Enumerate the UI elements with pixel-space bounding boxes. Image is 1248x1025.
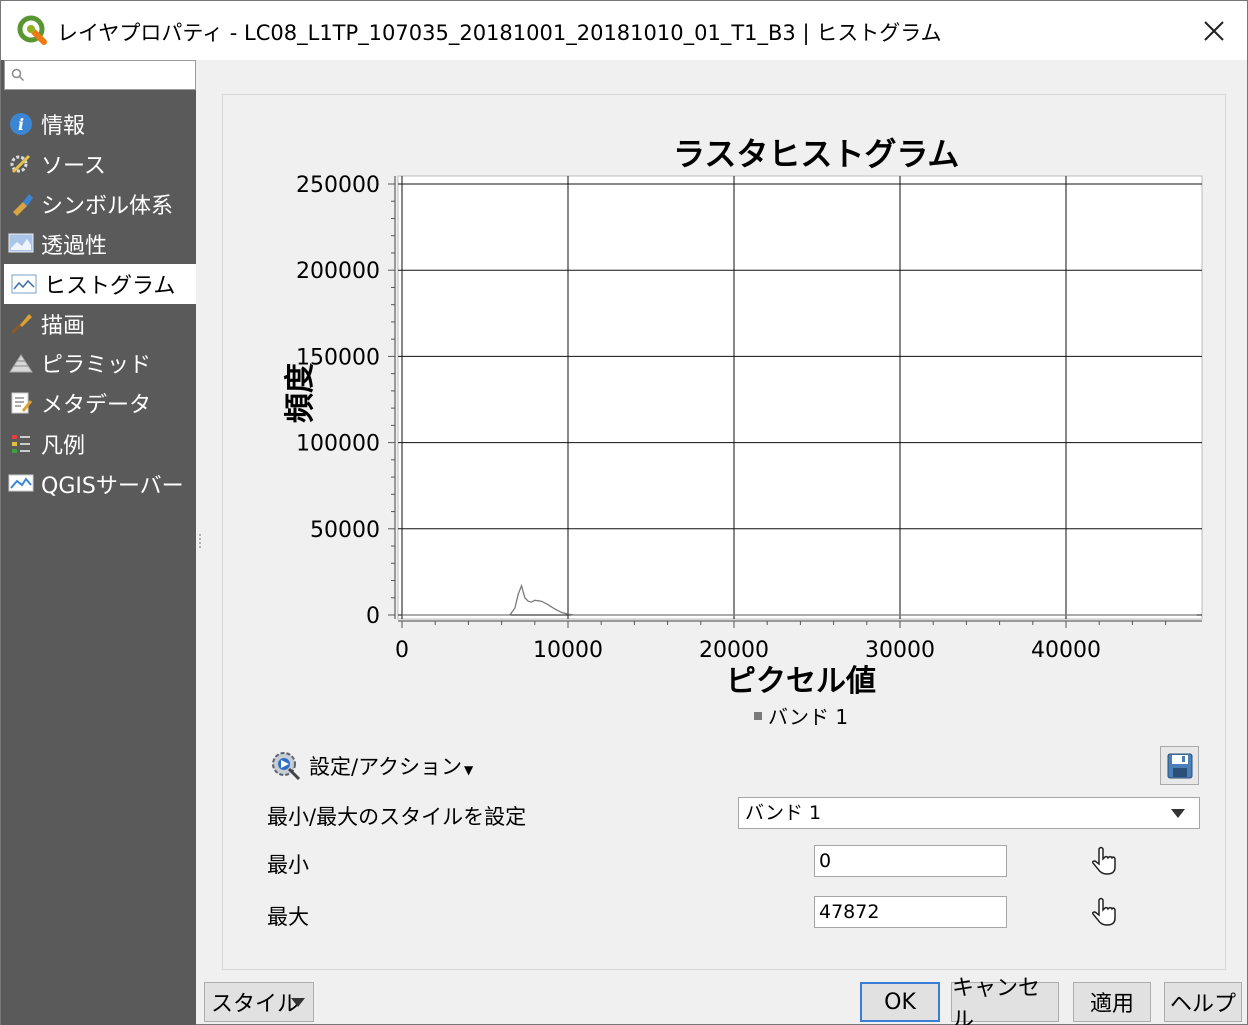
- save-histogram-button[interactable]: [1160, 746, 1199, 785]
- gear-icon: [272, 752, 301, 781]
- min-input[interactable]: 0: [814, 845, 1007, 877]
- y-tick-label: 50000: [310, 518, 380, 543]
- layer-properties-dialog: レイヤプロパティ - LC08_L1TP_107035_20181001_201…: [0, 0, 1248, 1025]
- ok-button[interactable]: OK: [860, 982, 940, 1022]
- style-menu-button[interactable]: スタイル: [204, 982, 314, 1022]
- y-tick-label: 200000: [296, 259, 380, 284]
- x-tick-label: 30000: [865, 638, 935, 663]
- max-input[interactable]: 47872: [814, 896, 1007, 928]
- y-tick-label: 100000: [296, 432, 380, 457]
- minmax-style-label: 最小/最大のスタイルを設定: [267, 805, 527, 829]
- chevron-down-icon: ▼: [464, 763, 474, 777]
- help-button[interactable]: ヘルプ: [1164, 982, 1242, 1022]
- band-select-value: バンド 1: [745, 802, 822, 824]
- cancel-button[interactable]: キャンセル: [951, 976, 1059, 1025]
- settings-actions-label: 設定/アクション: [309, 755, 463, 779]
- histogram-plot[interactable]: 0500001000001500002000002500000 10000 2000…: [1, 1, 1248, 1025]
- style-button-label: スタイル: [211, 992, 300, 1017]
- min-label: 最小: [267, 853, 309, 877]
- pick-max-icon[interactable]: [1089, 896, 1119, 928]
- dropdown-arrow-icon: [291, 998, 305, 1007]
- y-tick-label: 150000: [296, 345, 380, 370]
- band-select[interactable]: バンド 1: [738, 797, 1200, 829]
- y-tick-label: 0: [366, 604, 380, 629]
- plot-area: [397, 175, 1203, 620]
- save-icon: [1167, 753, 1192, 778]
- pick-min-icon[interactable]: [1089, 845, 1119, 877]
- settings-actions-menu[interactable]: 設定/アクション ▼: [269, 749, 473, 783]
- x-tick-label: 10000: [533, 638, 603, 663]
- x-tick-label: 0: [395, 638, 409, 663]
- dropdown-arrow-icon: [1171, 809, 1185, 818]
- y-tick-label: 250000: [296, 173, 380, 198]
- max-label: 最大: [267, 905, 309, 929]
- x-tick-label: 40000: [1031, 638, 1101, 663]
- x-tick-label: 20000: [699, 638, 769, 663]
- apply-button[interactable]: 適用: [1073, 982, 1151, 1022]
